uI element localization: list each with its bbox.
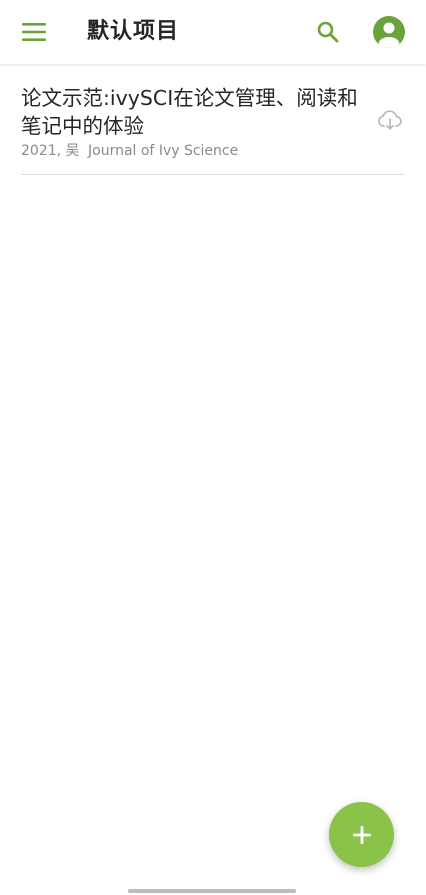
paper-meta: 2021, 吴 Journal of Ivy Science <box>21 142 360 160</box>
menu-button[interactable] <box>12 12 56 52</box>
top-app-bar: 默认项目 <box>0 0 426 64</box>
paper-author: 吴 <box>65 143 80 159</box>
paper-title: 论文示范:ivySCI在论文管理、阅读和笔记中的体验 <box>21 86 358 138</box>
search-button[interactable] <box>308 12 348 52</box>
account-button[interactable] <box>369 12 409 52</box>
plus-icon <box>352 825 371 844</box>
search-icon <box>317 21 339 43</box>
paper-list: 论文示范:ivySCI在论文管理、阅读和笔记中的体验 2021, 吴 Journ… <box>0 64 426 175</box>
add-paper-fab[interactable] <box>329 802 394 867</box>
page-title: 默认项目 <box>87 19 180 44</box>
paper-list-item[interactable]: 论文示范:ivySCI在论文管理、阅读和笔记中的体验 2021, 吴 Journ… <box>21 64 404 175</box>
cloud-download-icon <box>378 110 402 130</box>
menu-icon <box>22 23 46 41</box>
paper-year: 2021, <box>21 143 62 159</box>
download-button[interactable] <box>376 108 404 132</box>
home-indicator[interactable] <box>128 889 296 893</box>
account-circle-icon <box>373 16 405 48</box>
app-screen: 默认项目 论文示范:ivySCI在论文管理、阅读和笔记中的体验 2021, 吴 … <box>0 0 426 895</box>
paper-journal: Journal of Ivy Science <box>88 143 239 159</box>
